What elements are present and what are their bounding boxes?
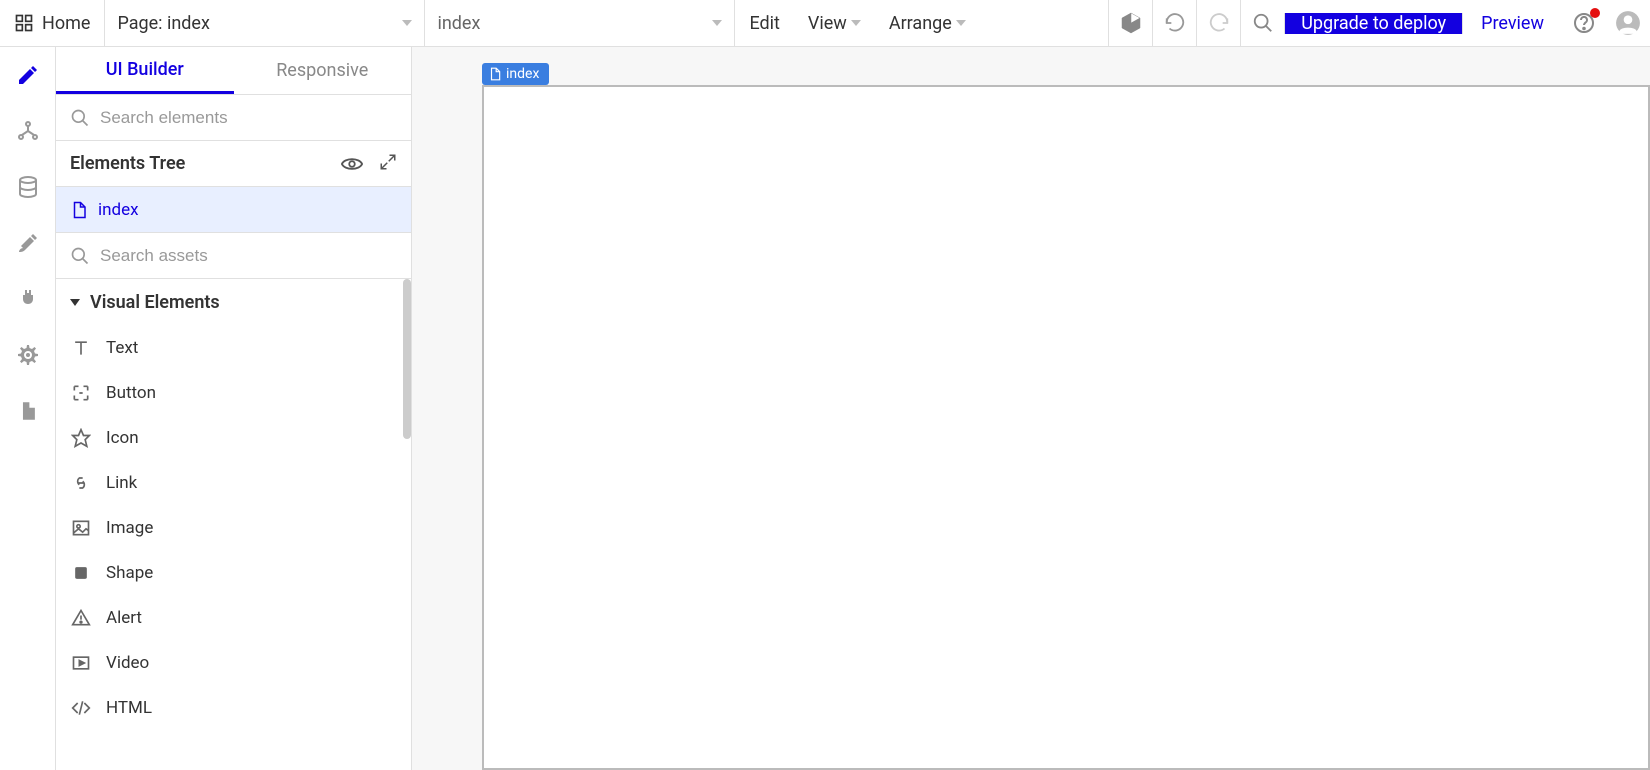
- chevron-down-icon: [956, 20, 966, 26]
- eye-icon[interactable]: [341, 153, 363, 175]
- element-icon[interactable]: Icon: [56, 415, 411, 460]
- element-label: HTML: [106, 698, 152, 718]
- element-text[interactable]: Text: [56, 325, 411, 370]
- nav-workflow[interactable]: [14, 117, 42, 145]
- redo-icon: [1208, 12, 1230, 34]
- scrollbar-thumb[interactable]: [403, 279, 411, 439]
- element-label: Icon: [106, 428, 139, 448]
- nav-design[interactable]: [14, 61, 42, 89]
- section-visual-elements[interactable]: Visual Elements: [56, 279, 411, 325]
- avatar-button[interactable]: [1606, 0, 1650, 47]
- home-button[interactable]: Home: [0, 0, 105, 46]
- home-label: Home: [42, 13, 90, 34]
- gear-icon: [16, 343, 40, 367]
- search-icon: [70, 108, 90, 128]
- element-image[interactable]: Image: [56, 505, 411, 550]
- video-icon: [70, 652, 92, 674]
- search-icon: [70, 246, 90, 266]
- canvas-page-label: index: [506, 66, 539, 82]
- link-icon: [70, 472, 92, 494]
- nav-logs[interactable]: [14, 397, 42, 425]
- section-label: Visual Elements: [90, 292, 220, 313]
- preview-button[interactable]: Preview: [1462, 13, 1562, 34]
- nav-plugins[interactable]: [14, 285, 42, 313]
- edit-menu[interactable]: Edit: [735, 0, 793, 46]
- search-button[interactable]: [1240, 0, 1284, 47]
- tab-responsive[interactable]: Responsive: [234, 47, 412, 94]
- element-video[interactable]: Video: [56, 640, 411, 685]
- tab-ui-builder[interactable]: UI Builder: [56, 47, 234, 94]
- view-menu-label: View: [808, 13, 847, 34]
- chevron-down-icon: [851, 20, 861, 26]
- tree-header-title: Elements Tree: [70, 153, 185, 174]
- brush-icon: [16, 231, 40, 255]
- alert-icon: [70, 607, 92, 629]
- arrange-menu[interactable]: Arrange: [875, 0, 980, 46]
- search-icon: [1252, 12, 1274, 34]
- expand-icon[interactable]: [379, 153, 397, 175]
- canvas-page-tab[interactable]: index: [482, 63, 549, 85]
- redo-button[interactable]: [1196, 0, 1240, 47]
- nav-settings[interactable]: [14, 341, 42, 369]
- tree-item-index[interactable]: index: [56, 187, 411, 233]
- text-icon: [70, 337, 92, 359]
- undo-button[interactable]: [1152, 0, 1196, 47]
- star-icon: [70, 427, 92, 449]
- image-icon: [70, 517, 92, 539]
- element-html[interactable]: HTML: [56, 685, 411, 730]
- canvas-area[interactable]: index: [412, 47, 1650, 770]
- plug-icon: [16, 287, 40, 311]
- element-label: Link: [106, 473, 137, 493]
- cube-button[interactable]: [1108, 0, 1152, 47]
- file-icon: [17, 400, 39, 422]
- preview-label: Preview: [1481, 13, 1544, 34]
- canvas[interactable]: [482, 85, 1650, 770]
- element-selector[interactable]: index: [425, 0, 735, 46]
- element-selector-label: index: [437, 13, 480, 34]
- arrange-menu-label: Arrange: [889, 13, 952, 34]
- element-shape[interactable]: Shape: [56, 550, 411, 595]
- tab-label: Responsive: [276, 60, 368, 81]
- page-icon: [488, 67, 502, 81]
- page-selector-label: Page: index: [117, 13, 209, 34]
- chevron-down-icon: [712, 20, 722, 26]
- help-button[interactable]: [1562, 0, 1606, 47]
- element-label: Image: [106, 518, 153, 538]
- chevron-down-icon: [402, 20, 412, 26]
- undo-icon: [1164, 12, 1186, 34]
- view-menu[interactable]: View: [794, 0, 875, 46]
- element-label: Button: [106, 383, 156, 403]
- element-label: Alert: [106, 608, 142, 628]
- workflow-icon: [16, 119, 40, 143]
- element-link[interactable]: Link: [56, 460, 411, 505]
- tab-label: UI Builder: [106, 59, 184, 80]
- vertical-nav: [0, 47, 56, 770]
- nav-styles[interactable]: [14, 229, 42, 257]
- element-button[interactable]: Button: [56, 370, 411, 415]
- upgrade-label: Upgrade to deploy: [1301, 13, 1446, 34]
- notification-dot: [1590, 8, 1600, 18]
- cube-icon: [1119, 11, 1143, 35]
- search-elements-input[interactable]: [100, 108, 397, 128]
- element-label: Video: [106, 653, 149, 673]
- page-selector[interactable]: Page: index: [105, 0, 425, 46]
- element-label: Text: [106, 338, 138, 358]
- element-label: Shape: [106, 563, 153, 583]
- user-icon: [1615, 10, 1641, 36]
- shape-icon: [70, 562, 92, 584]
- html-icon: [70, 697, 92, 719]
- design-icon: [16, 63, 40, 87]
- nav-data[interactable]: [14, 173, 42, 201]
- element-alert[interactable]: Alert: [56, 595, 411, 640]
- database-icon: [16, 175, 40, 199]
- button-icon: [70, 382, 92, 404]
- upgrade-button[interactable]: Upgrade to deploy: [1284, 13, 1462, 34]
- edit-menu-label: Edit: [749, 13, 779, 34]
- page-icon: [70, 201, 88, 219]
- apps-icon: [14, 13, 34, 33]
- caret-down-icon: [70, 299, 80, 306]
- tree-item-label: index: [98, 200, 139, 220]
- search-assets-input[interactable]: [100, 246, 397, 266]
